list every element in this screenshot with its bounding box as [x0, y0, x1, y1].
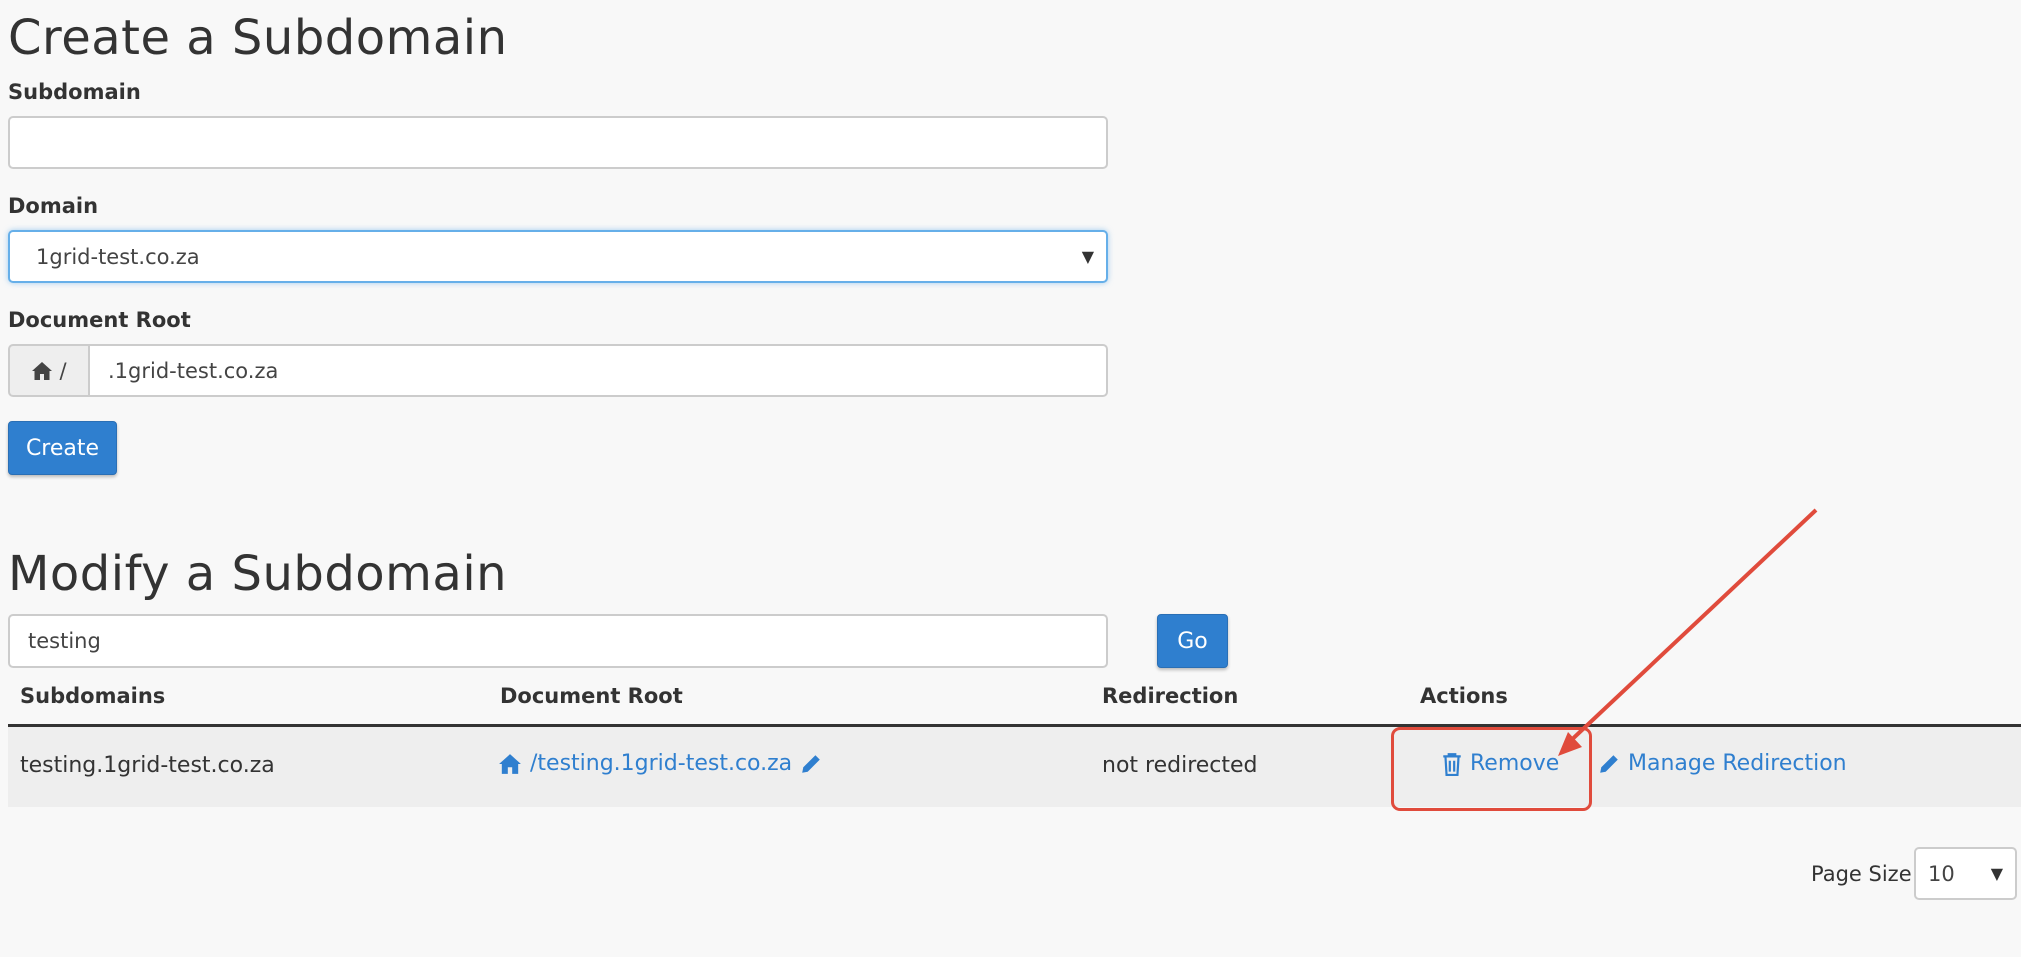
modify-section-title: Modify a Subdomain — [8, 546, 508, 602]
home-icon — [498, 753, 522, 775]
row-document-root-link[interactable]: /testing.1grid-test.co.za — [498, 751, 822, 776]
row-subdomain: testing.1grid-test.co.za — [20, 753, 275, 778]
page-size-label: Page Size — [1811, 862, 1912, 886]
home-icon — [31, 361, 53, 381]
go-button[interactable]: Go — [1157, 614, 1228, 668]
docroot-label: Document Root — [8, 308, 191, 332]
docroot-input-value: .1grid-test.co.za — [108, 358, 279, 383]
domain-label: Domain — [8, 194, 99, 218]
row-redirection: not redirected — [1102, 753, 1258, 778]
pencil-icon[interactable] — [800, 753, 822, 775]
page-size-select[interactable]: 10 ▼ — [1914, 847, 2017, 900]
domain-select[interactable]: 1grid-test.co.za ▼ — [8, 230, 1108, 283]
docroot-home-addon: / — [8, 344, 88, 397]
subdomain-label: Subdomain — [8, 80, 141, 104]
subdomain-input[interactable] — [8, 116, 1108, 169]
column-header-actions: Actions — [1420, 684, 1508, 708]
search-input-value: testing — [28, 629, 101, 653]
create-button[interactable]: Create — [8, 421, 117, 475]
page-size-value: 10 — [1928, 861, 1955, 886]
chevron-down-icon: ▼ — [1990, 864, 2003, 883]
domain-select-value: 1grid-test.co.za — [36, 244, 200, 269]
column-header-subdomains: Subdomains — [20, 684, 166, 708]
create-section-title: Create a Subdomain — [8, 10, 508, 66]
search-input[interactable]: testing — [8, 614, 1108, 668]
chevron-down-icon: ▼ — [1081, 247, 1094, 266]
column-header-document-root: Document Root — [500, 684, 683, 708]
row-document-root-text: /testing.1grid-test.co.za — [530, 751, 793, 776]
annotation-arrow-icon — [1558, 508, 1818, 756]
column-header-redirection: Redirection — [1102, 684, 1239, 708]
docroot-input[interactable]: .1grid-test.co.za — [88, 344, 1108, 397]
docroot-prefix: / — [59, 358, 67, 383]
